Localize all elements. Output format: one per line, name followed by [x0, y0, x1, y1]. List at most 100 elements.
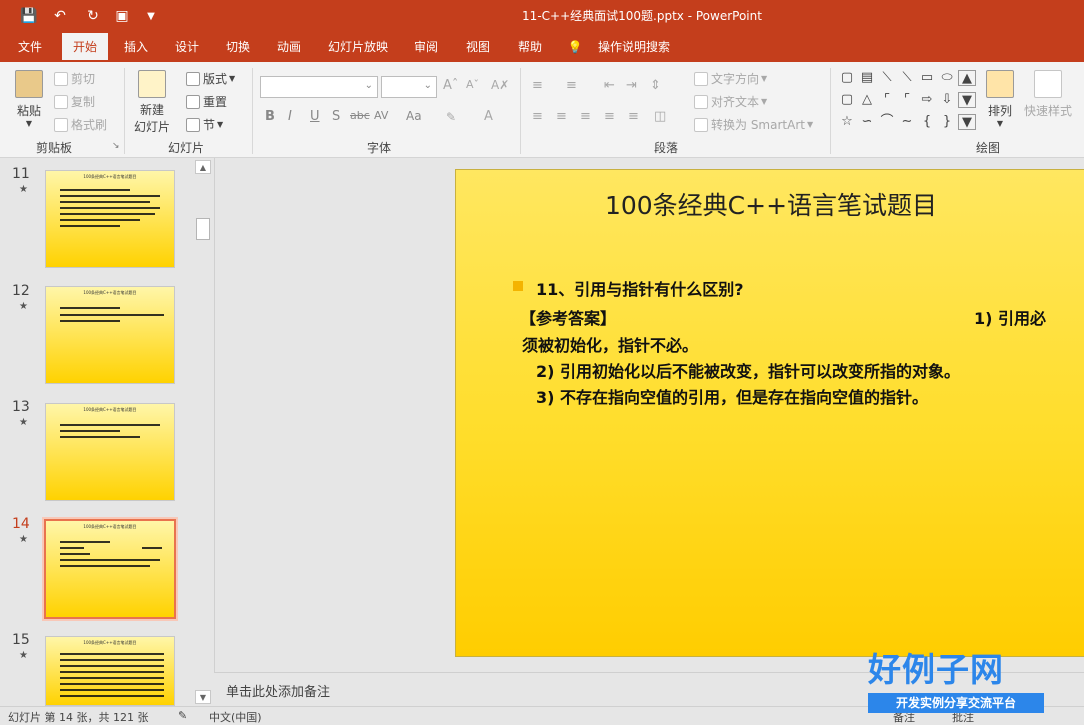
down-arrow-shape-icon[interactable]: ⇩ [938, 92, 956, 108]
tab-insert[interactable]: 插入 [114, 33, 158, 62]
connector-shape-icon[interactable]: ⌜ [878, 92, 896, 108]
brace-shape-icon[interactable]: } [938, 114, 956, 130]
clear-format-icon[interactable]: A✗ [491, 78, 509, 92]
answer-label[interactable]: 【参考答案】 [520, 305, 616, 329]
columns-icon[interactable]: ◫ [654, 109, 666, 124]
font-name-combo[interactable]: ⌄ [260, 76, 378, 98]
rectangle-shape-icon[interactable]: ▭ [918, 70, 936, 86]
thumb-text [60, 695, 164, 697]
arrange-icon [986, 70, 1014, 98]
paste-button[interactable]: 粘贴 ▼ [15, 70, 43, 128]
arc-shape-icon[interactable]: ⌒ [878, 114, 896, 130]
bullets-icon[interactable]: ≡ [532, 78, 543, 93]
distributed-icon[interactable]: ≡ [628, 109, 639, 124]
right-arrow-shape-icon[interactable]: ⇨ [918, 92, 936, 108]
language-status[interactable]: 中文(中国) [209, 709, 262, 725]
italic-button[interactable]: I [288, 109, 292, 124]
char-spacing-button[interactable]: AV [374, 109, 388, 122]
increase-indent-icon[interactable]: ⇥ [626, 78, 637, 93]
tab-review[interactable]: 审阅 [404, 33, 448, 62]
justify-icon[interactable]: ≡ [604, 109, 615, 124]
dialog-launcher-icon[interactable]: ↘ [112, 141, 120, 151]
vertical-textbox-shape-icon[interactable]: ▤ [858, 70, 876, 86]
slide-thumbnail-selected[interactable]: 100条经典C++语言笔试题目 [42, 517, 178, 621]
brace-shape-icon[interactable]: { [918, 114, 936, 130]
section-button[interactable]: 节 ▼ [186, 116, 223, 133]
shadow-button[interactable]: S [332, 109, 340, 124]
bold-button[interactable]: B [265, 109, 275, 124]
arrange-button[interactable]: 排列 ▼ [986, 70, 1014, 128]
spelling-check-icon[interactable]: ✎ [178, 709, 187, 722]
slide-thumbnail[interactable]: 100条经典C++语言笔试题目 [45, 286, 175, 384]
font-color-icon[interactable]: A [484, 109, 493, 124]
thumb-text [60, 320, 120, 322]
curve-shape-icon[interactable]: ∽ [858, 114, 876, 130]
textbox-shape-icon[interactable]: ▢ [838, 70, 856, 86]
quick-styles-button[interactable]: 快速样式 [1024, 70, 1072, 119]
tab-slideshow[interactable]: 幻灯片放映 [322, 33, 394, 62]
answer-line-start[interactable]: 1) 引用必 [974, 305, 1046, 329]
slide-thumbnail[interactable]: 100条经典C++语言笔试题目 [45, 403, 175, 501]
answer-line-1[interactable]: 须被初始化，指针不必。 [522, 332, 698, 356]
underline-button[interactable]: U [310, 109, 320, 124]
new-slide-button[interactable]: 新建 幻灯片 [134, 70, 170, 135]
slide-title[interactable]: 100条经典C++语言笔试题目 [456, 186, 1084, 222]
triangle-shape-icon[interactable]: △ [858, 92, 876, 108]
scroll-thumb[interactable] [196, 218, 210, 240]
star-shape-icon[interactable]: ☆ [838, 114, 856, 130]
align-text-button[interactable]: 对齐文本 ▼ [694, 93, 767, 110]
scroll-down-icon[interactable]: ▼ [195, 690, 211, 704]
align-right-icon[interactable]: ≡ [580, 109, 591, 124]
tab-help[interactable]: 帮助 [508, 33, 552, 62]
align-center-icon[interactable]: ≡ [556, 109, 567, 124]
format-painter-button[interactable]: 格式刷 [54, 116, 107, 133]
tab-view[interactable]: 视图 [456, 33, 500, 62]
tab-animations[interactable]: 动画 [267, 33, 311, 62]
scroll-up-icon[interactable]: ▲ [195, 160, 211, 174]
gallery-up-icon[interactable]: ▲ [958, 70, 976, 86]
strikethrough-button[interactable]: abc [350, 109, 370, 122]
slide-number: 11 [12, 166, 30, 182]
slide-thumbnail[interactable]: 100条经典C++语言笔试题目 [45, 636, 175, 706]
layout-button[interactable]: 版式 ▼ [186, 70, 235, 87]
change-case-button[interactable]: Aa [406, 109, 422, 123]
answer-line-2[interactable]: 2) 引用初始化以后不能被改变，指针可以改变所指的对象。 [536, 358, 960, 382]
numbering-icon[interactable]: ≡ [566, 78, 577, 93]
gallery-down-icon[interactable]: ▼ [958, 92, 976, 108]
smartart-button[interactable]: 转换为 SmartArt ▼ [694, 116, 813, 133]
rounded-rect-shape-icon[interactable]: ▢ [838, 92, 856, 108]
answer-line-3[interactable]: 3) 不存在指向空值的引用，但是存在指向空值的指针。 [536, 384, 928, 408]
tab-file[interactable]: 文件 [8, 33, 52, 62]
line-spacing-icon[interactable]: ⇕ [650, 78, 661, 93]
gallery-more-icon[interactable]: ▼ [958, 114, 976, 130]
highlight-icon[interactable]: ✎ [446, 110, 456, 124]
font-size-combo[interactable]: ⌄ [381, 76, 437, 98]
notes-placeholder[interactable]: 单击此处添加备注 [226, 681, 330, 700]
question-text[interactable]: 11、引用与指针有什么区别? [536, 276, 744, 300]
wave-shape-icon[interactable]: ∼ [898, 114, 916, 130]
cut-button[interactable]: 剪切 [54, 70, 95, 87]
tab-design[interactable]: 设计 [165, 33, 209, 62]
thumbnail-scrollbar[interactable]: ▲ ▼ [195, 160, 211, 705]
clipboard-group-label: 剪贴板 [36, 141, 73, 155]
divider [252, 68, 253, 154]
oval-shape-icon[interactable]: ⬭ [938, 70, 956, 86]
line-shape-icon[interactable]: ⟍ [898, 70, 916, 86]
grow-font-icon[interactable]: Aˆ [443, 78, 458, 93]
tab-transitions[interactable]: 切换 [216, 33, 260, 62]
decrease-indent-icon[interactable]: ⇤ [604, 78, 615, 93]
reset-button[interactable]: 重置 [186, 93, 227, 110]
text-direction-button[interactable]: 文字方向 ▼ [694, 70, 767, 87]
tell-me-search[interactable]: 操作说明搜索 [592, 33, 676, 62]
slide-thumbnail[interactable]: 100条经典C++语言笔试题目 [45, 170, 175, 268]
tab-home[interactable]: 开始 [62, 33, 108, 62]
shrink-font-icon[interactable]: Aˇ [466, 78, 479, 91]
line-shape-icon[interactable]: ⟍ [878, 70, 896, 86]
slides-group-label: 幻灯片 [168, 141, 205, 155]
site-watermark-logo: 好例子网 开发实例分享交流平台 [868, 643, 1048, 721]
connector-shape-icon[interactable]: ⌜ [898, 92, 916, 108]
shapes-gallery[interactable]: ▢ ▤ ⟍ ⟍ ▭ ⬭ ▢ △ ⌜ ⌜ ⇨ ⇩ ☆ ∽ ⌒ ∼ { } ▲ ▼ … [838, 70, 976, 136]
copy-button[interactable]: 复制 [54, 93, 95, 110]
slide-canvas[interactable]: 100条经典C++语言笔试题目 11、引用与指针有什么区别? 【参考答案】 1)… [455, 169, 1084, 657]
align-left-icon[interactable]: ≡ [532, 109, 543, 124]
